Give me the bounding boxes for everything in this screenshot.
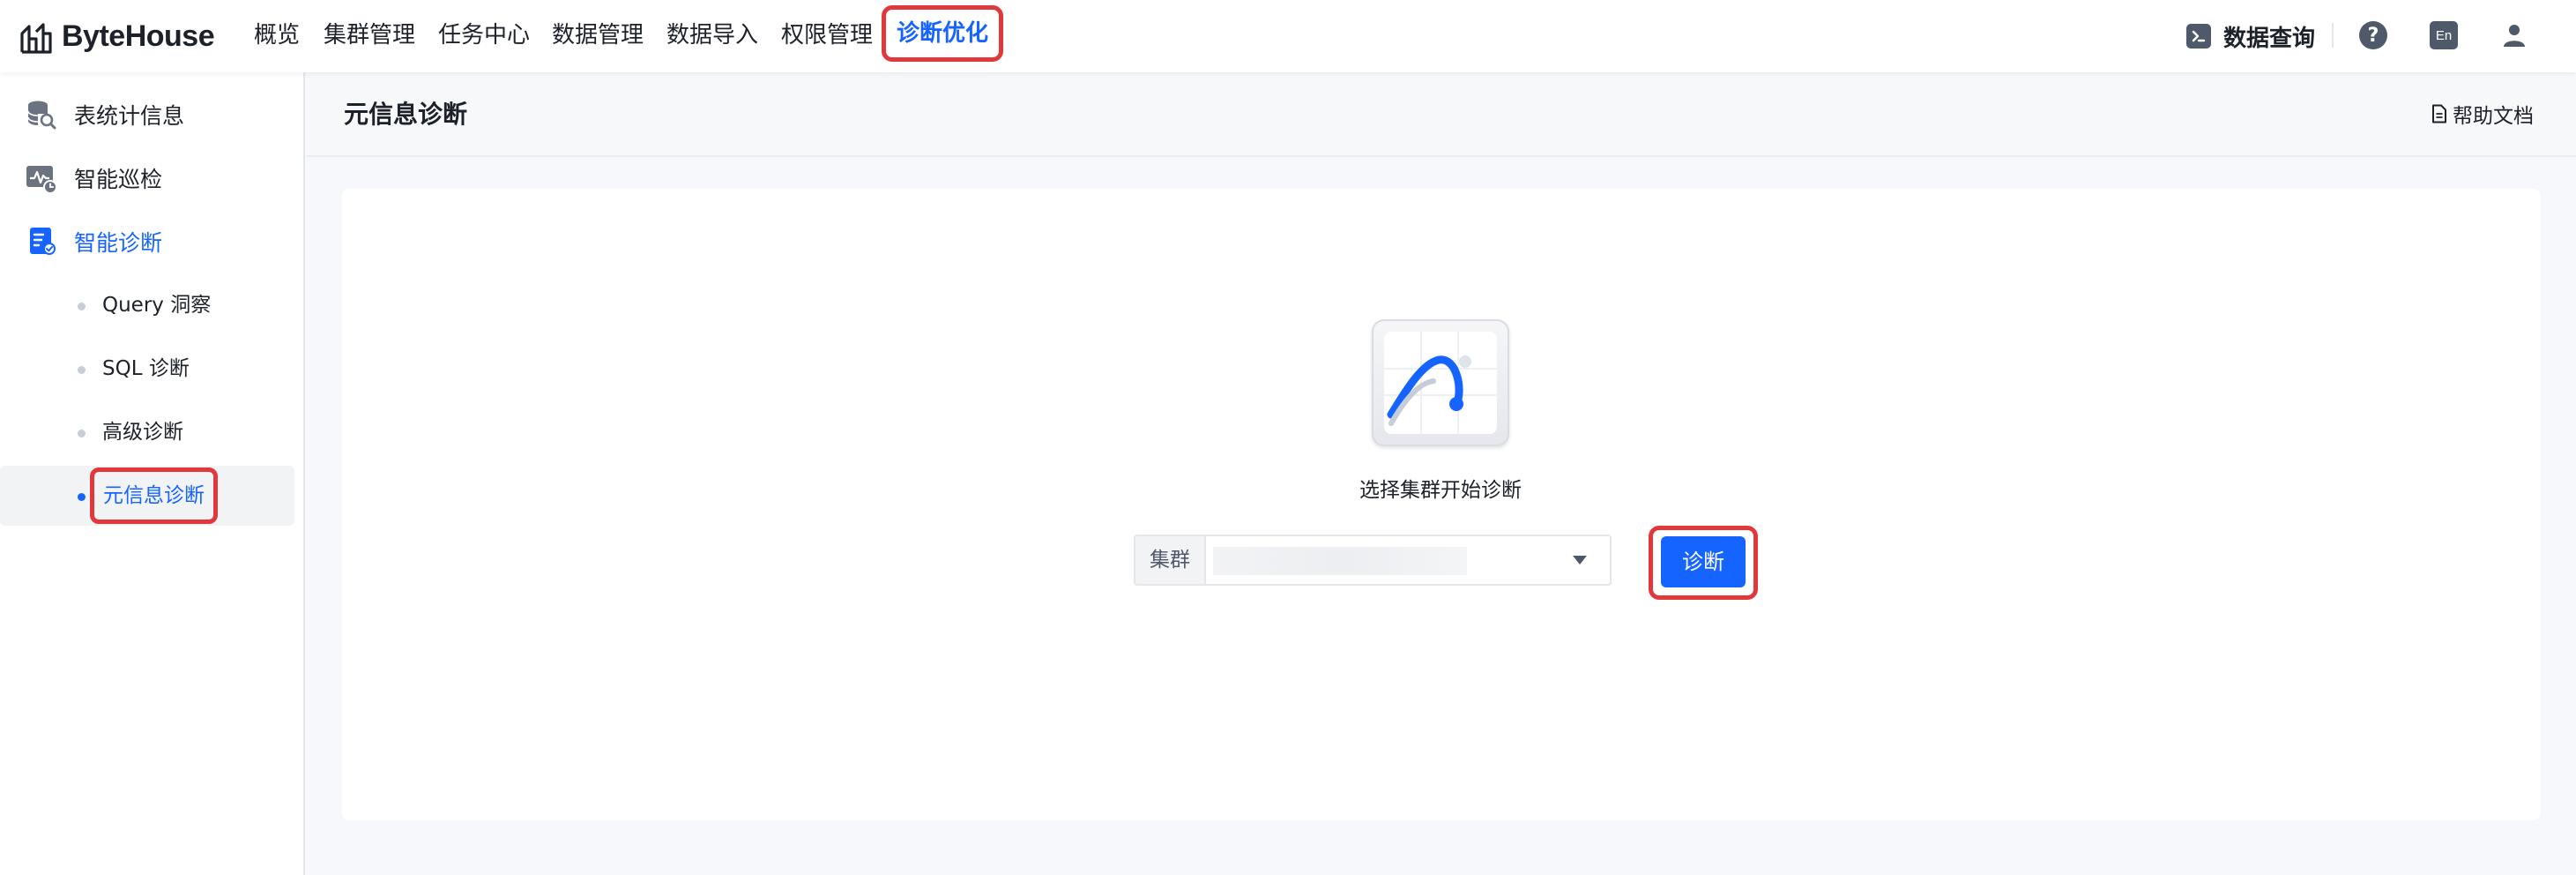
bullet-dot bbox=[78, 430, 86, 438]
sidebar-subitem-metadata-diagnosis[interactable]: 元信息诊断 bbox=[0, 466, 294, 526]
sidebar-item-label: 智能诊断 bbox=[74, 230, 163, 256]
sidebar-item-label: 表统计信息 bbox=[74, 103, 185, 129]
select-cluster-prompt: 选择集群开始诊断 bbox=[1359, 479, 1522, 502]
sidebar-subitem-label: 高级诊断 bbox=[102, 421, 183, 444]
sidebar-item-smart-inspection[interactable]: 智能巡检 bbox=[0, 148, 294, 208]
bullet-dot bbox=[78, 493, 86, 501]
sidebar-item-smart-diagnosis[interactable]: 智能诊断 bbox=[0, 212, 294, 272]
nav-item-cluster-management[interactable]: 集群管理 bbox=[324, 18, 415, 53]
nav-item-overview[interactable]: 概览 bbox=[254, 18, 300, 53]
nav-item-task-center[interactable]: 任务中心 bbox=[438, 18, 530, 53]
nav-item-diagnosis-optimization[interactable]: 诊断优化 bbox=[882, 5, 1004, 62]
bytehouse-logo-icon bbox=[20, 23, 52, 54]
content-header: 元信息诊断 帮助文档 bbox=[307, 72, 2576, 157]
sidebar-item-label: 智能巡检 bbox=[74, 167, 163, 192]
chevron-down-icon[interactable] bbox=[1573, 556, 1587, 565]
diagnosis-doc-icon bbox=[30, 228, 56, 255]
page-title: 元信息诊断 bbox=[344, 100, 468, 129]
sidebar: 表统计信息 智能巡检 智能诊断 Query 洞察 SQL 诊断 高级诊断 元信息… bbox=[0, 72, 305, 875]
sidebar-subitem-label: Query 洞察 bbox=[102, 294, 212, 317]
data-query-button[interactable]: 数据查询 bbox=[2186, 19, 2315, 53]
sidebar-item-table-statistics[interactable]: 表统计信息 bbox=[0, 85, 294, 145]
nav-item-data-import[interactable]: 数据导入 bbox=[666, 18, 758, 53]
top-navigation-bar: ByteHouse 概览 集群管理 任务中心 数据管理 数据导入 权限管理 诊断… bbox=[0, 0, 2576, 72]
sidebar-subitem-advanced-diagnosis[interactable]: 高级诊断 bbox=[0, 402, 294, 462]
bytehouse-logo[interactable]: ByteHouse bbox=[19, 18, 215, 55]
sidebar-subitem-sql-diagnosis[interactable]: SQL 诊断 bbox=[0, 339, 294, 399]
cluster-select-prefix: 集群 bbox=[1135, 536, 1206, 584]
language-icon[interactable]: En bbox=[2430, 21, 2458, 49]
user-icon[interactable] bbox=[2500, 21, 2528, 49]
topbar-divider bbox=[2332, 23, 2334, 48]
diagnosis-chart-illustration bbox=[1372, 319, 1509, 446]
data-query-label: 数据查询 bbox=[2223, 25, 2316, 52]
brand-name: ByteHouse bbox=[62, 19, 215, 53]
sidebar-subitem-label: 元信息诊断 bbox=[90, 467, 218, 524]
cluster-select-value bbox=[1213, 547, 1467, 575]
sidebar-subitem-query-insight[interactable]: Query 洞察 bbox=[0, 275, 294, 335]
nav-item-permission-management[interactable]: 权限管理 bbox=[781, 18, 873, 53]
cluster-select[interactable]: 集群 bbox=[1134, 535, 1612, 586]
bullet-dot bbox=[78, 303, 86, 310]
help-doc-link[interactable]: 帮助文档 bbox=[2431, 99, 2534, 129]
nav-item-data-management[interactable]: 数据管理 bbox=[552, 18, 644, 53]
terminal-icon bbox=[2186, 24, 2211, 49]
diagnose-button[interactable]: 诊断 bbox=[1661, 536, 1746, 587]
help-doc-label: 帮助文档 bbox=[2453, 105, 2534, 128]
database-search-icon bbox=[27, 101, 56, 130]
document-icon bbox=[2432, 104, 2446, 123]
main-card bbox=[342, 189, 2541, 820]
help-icon[interactable]: ? bbox=[2359, 21, 2387, 49]
chart-curve-icon bbox=[1384, 332, 1497, 434]
sidebar-subitem-label: SQL 诊断 bbox=[102, 357, 190, 380]
monitor-pulse-icon bbox=[26, 166, 57, 194]
bullet-dot bbox=[78, 366, 86, 374]
